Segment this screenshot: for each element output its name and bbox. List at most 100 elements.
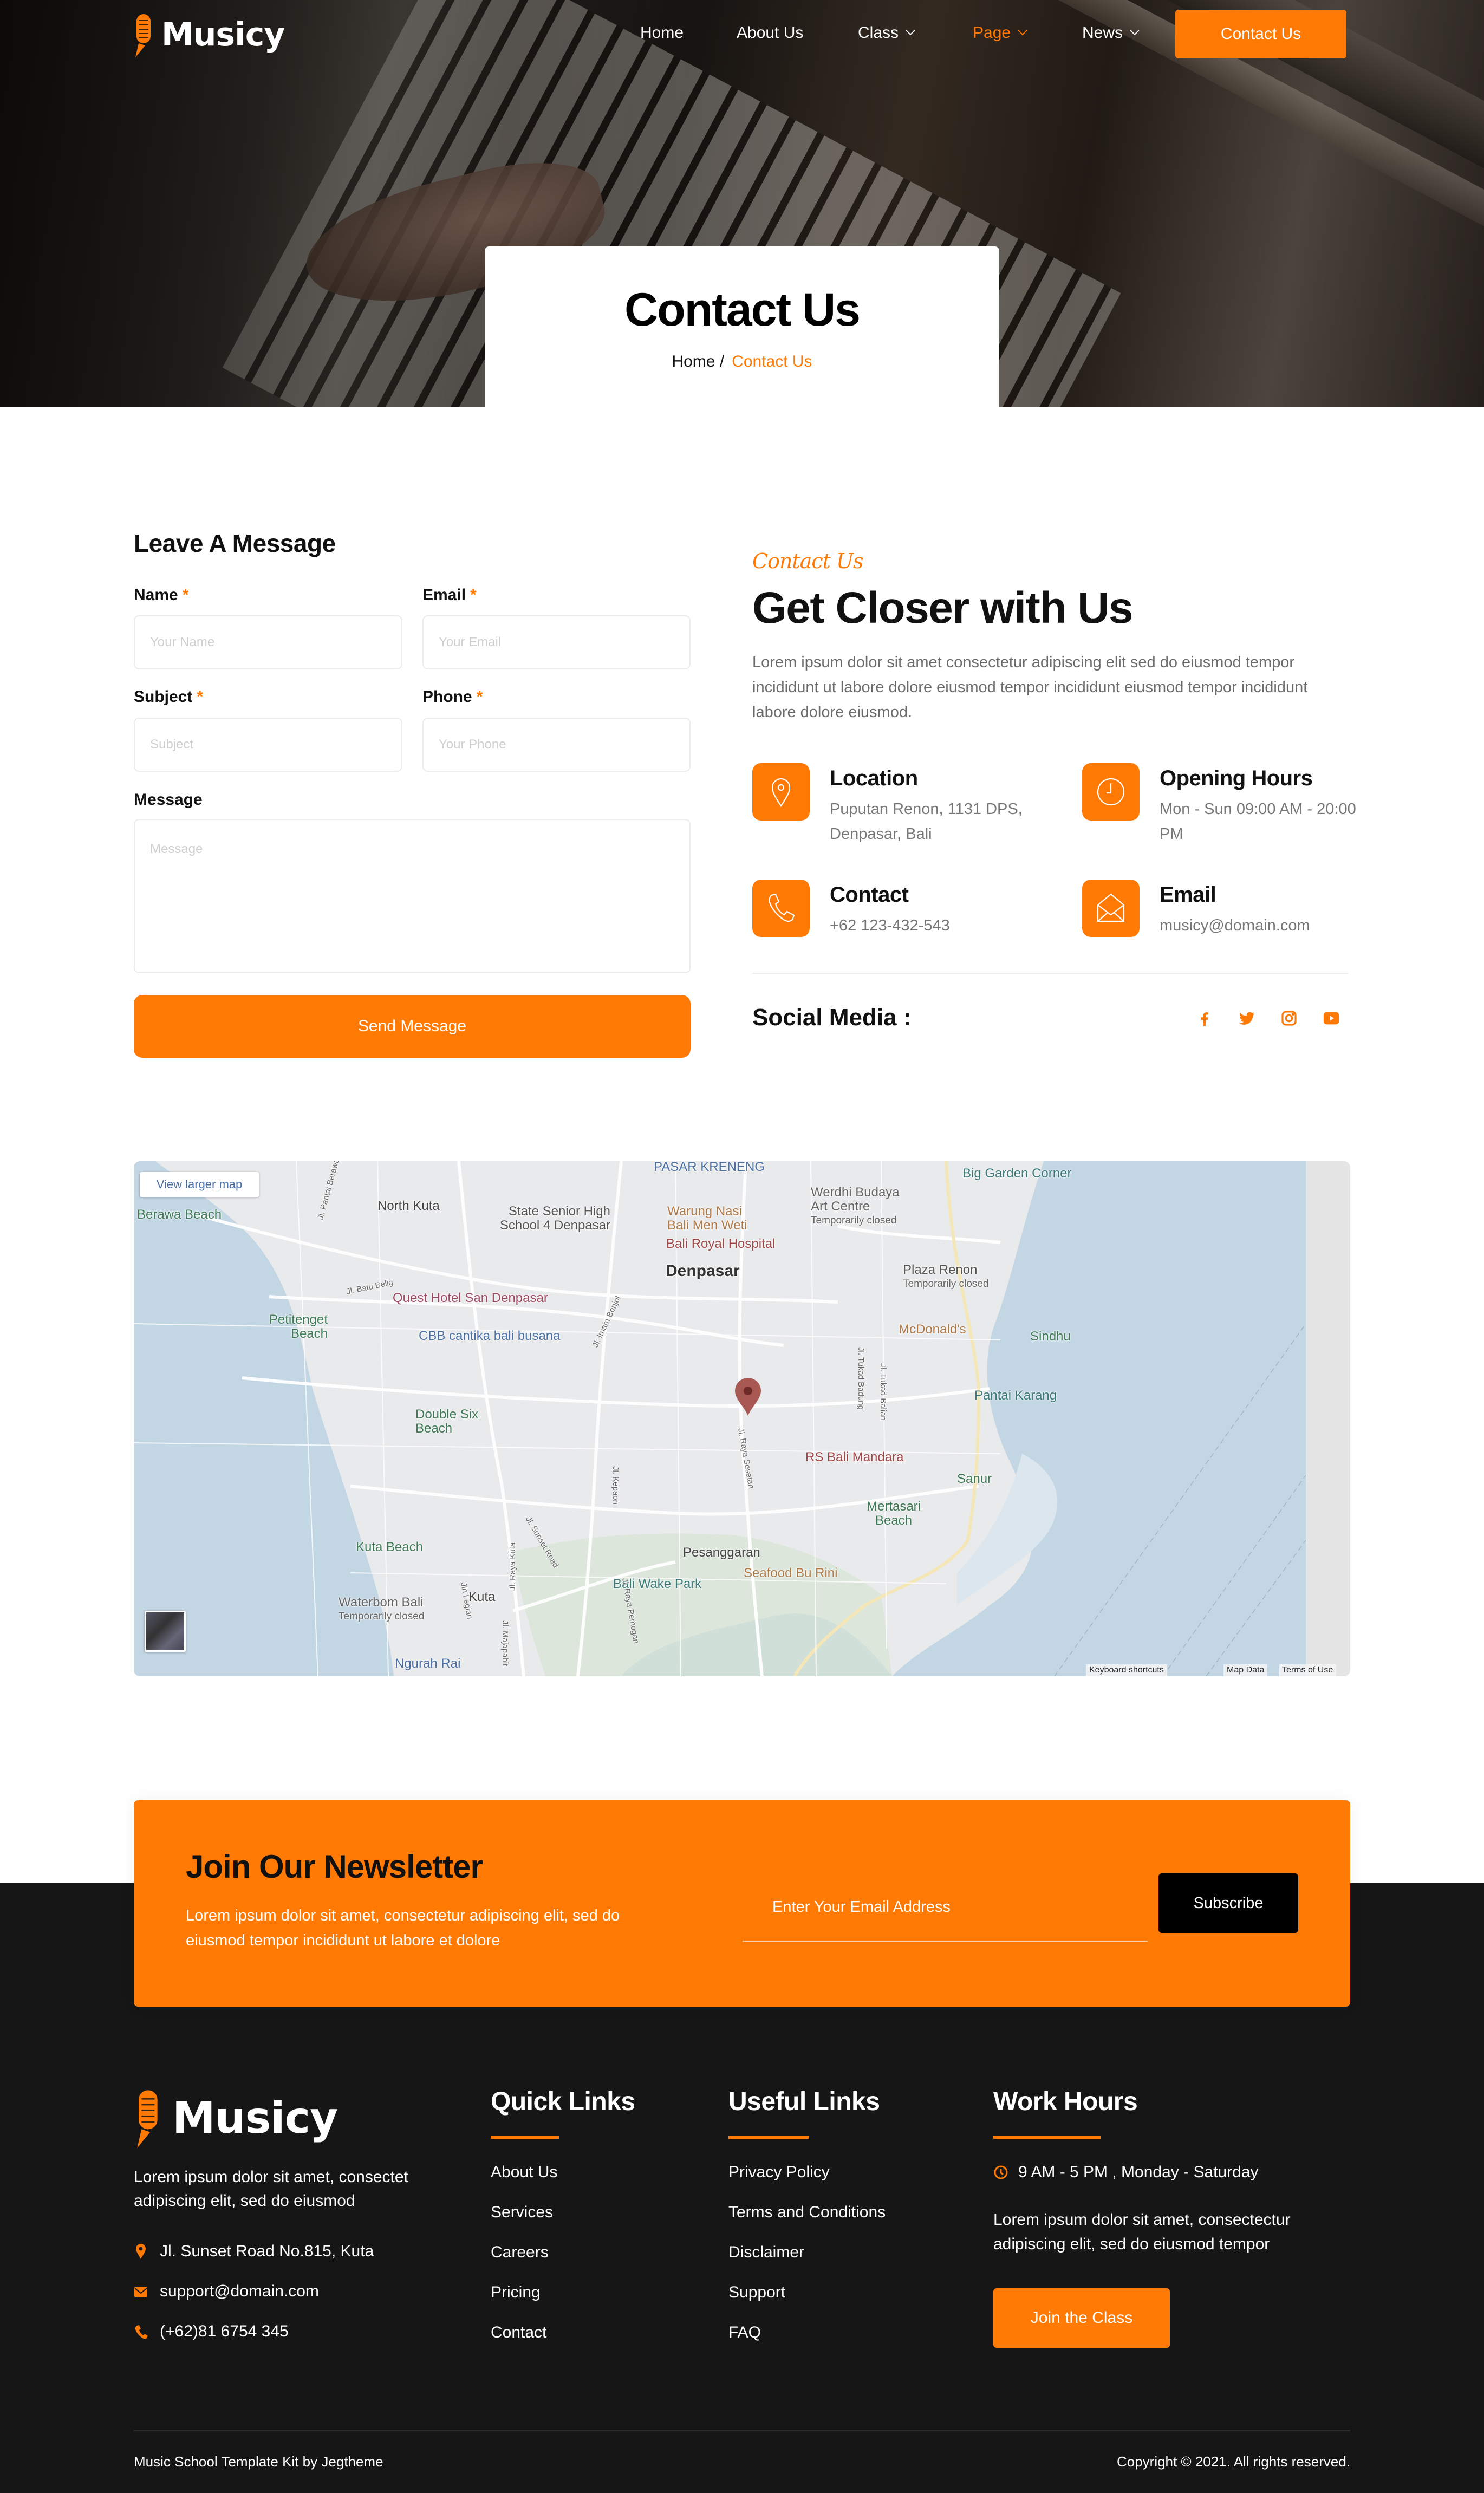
footer-link-terms[interactable]: Terms and Conditions bbox=[728, 2203, 886, 2222]
info-title: Get Closer with Us bbox=[752, 583, 1134, 633]
label-text: Werdhi Budaya Art Centre bbox=[811, 1185, 900, 1214]
map-label-sanur: Sanur bbox=[957, 1472, 992, 1486]
label-status: Temporarily closed bbox=[903, 1278, 989, 1290]
footer-about-text: Lorem ipsum dolor sit amet, consectet ad… bbox=[134, 2168, 408, 2210]
divider bbox=[752, 973, 1348, 974]
subject-label: Subject * bbox=[134, 688, 203, 706]
message-textarea[interactable] bbox=[134, 819, 691, 973]
twitter-link[interactable] bbox=[1237, 1008, 1257, 1028]
footer-link-faq[interactable]: FAQ bbox=[728, 2323, 761, 2342]
map-label-waterbom: Waterbom Bali Temporarily closed bbox=[339, 1596, 424, 1624]
required-mark: * bbox=[197, 688, 204, 706]
footer-address: Jl. Sunset Road No.815, Kuta bbox=[134, 2242, 374, 2261]
map-pin-icon bbox=[136, 2244, 146, 2259]
info-value: Puputan Renon, 1131 DPS, Denpasar, Bali bbox=[830, 800, 1023, 843]
footer-divider bbox=[134, 2430, 1350, 2431]
newsletter-email-input[interactable] bbox=[743, 1873, 1148, 1942]
info-email: Email musicy@domain.com bbox=[1082, 880, 1364, 988]
info-heading: Email bbox=[1160, 883, 1216, 907]
instagram-link[interactable] bbox=[1279, 1008, 1299, 1028]
nav-label: News bbox=[1082, 24, 1123, 42]
footer-phone-text: (+62)81 6754 345 bbox=[160, 2322, 289, 2340]
map-street-majapahit: Jl. Majapahit bbox=[500, 1620, 510, 1667]
email-label: Email * bbox=[422, 586, 477, 604]
map-label-north-kuta: North Kuta bbox=[377, 1199, 440, 1213]
label-text: Subject bbox=[134, 688, 193, 706]
info-heading: Opening Hours bbox=[1160, 766, 1313, 790]
youtube-link[interactable] bbox=[1322, 1008, 1341, 1028]
join-class-button[interactable]: Join the Class bbox=[993, 2288, 1170, 2348]
map-main-pin-icon[interactable] bbox=[734, 1378, 762, 1417]
map-street-tukad-balian: Jl. Tukad Balian bbox=[878, 1363, 888, 1421]
footer-link-support[interactable]: Support bbox=[728, 2283, 785, 2302]
map-data-link[interactable]: Map Data bbox=[1223, 1664, 1268, 1676]
nav-contact-button[interactable]: Contact Us bbox=[1175, 10, 1346, 58]
label-text: Waterbom Bali bbox=[339, 1595, 424, 1610]
footer-email[interactable]: support@domain.com bbox=[134, 2282, 319, 2301]
terms-of-use-link[interactable]: Terms of Use bbox=[1279, 1664, 1337, 1676]
email-field[interactable] bbox=[422, 615, 691, 669]
phone-icon-box bbox=[752, 880, 810, 937]
footer-link-contact[interactable]: Contact bbox=[491, 2323, 546, 2342]
keyboard-shortcuts-link[interactable]: Keyboard shortcuts bbox=[1086, 1664, 1167, 1676]
nav-item-page[interactable]: Page bbox=[973, 24, 1027, 42]
footer-copyright: Copyright © 2021. All rights reserved. bbox=[1116, 2453, 1350, 2470]
work-hours-heading: Work Hours bbox=[993, 2087, 1138, 2116]
page-title: Contact Us bbox=[624, 284, 861, 336]
site-logo[interactable]: Musicy bbox=[133, 12, 285, 57]
nav-item-home[interactable]: Home bbox=[640, 24, 684, 42]
logo-wordmark: Musicy bbox=[172, 2092, 338, 2143]
send-message-button[interactable]: Send Message bbox=[134, 995, 691, 1058]
footer-link-services[interactable]: Services bbox=[491, 2203, 553, 2222]
envelope-icon-box bbox=[1082, 880, 1140, 937]
footer-logo[interactable]: Musicy bbox=[133, 2087, 338, 2148]
label-status: Temporarily closed bbox=[811, 1215, 897, 1226]
map-label-pasar-kreneng: PASAR KRENENG bbox=[654, 1161, 765, 1174]
footer-link-disclaimer[interactable]: Disclaimer bbox=[728, 2243, 804, 2262]
breadcrumb: Home / Contact Us bbox=[485, 353, 999, 371]
footer-phone[interactable]: (+62)81 6754 345 bbox=[134, 2322, 289, 2341]
footer-link-privacy[interactable]: Privacy Policy bbox=[728, 2163, 830, 2182]
map-label-big-garden: Big Garden Corner bbox=[962, 1166, 1072, 1181]
heading-underline bbox=[993, 2136, 1101, 2139]
work-hours-text: Lorem ipsum dolor sit amet, consectectur… bbox=[993, 2211, 1291, 2253]
subscribe-button[interactable]: Subscribe bbox=[1158, 1873, 1298, 1933]
logo-wordmark: Musicy bbox=[161, 16, 285, 54]
name-field[interactable] bbox=[134, 615, 402, 669]
footer-link-pricing[interactable]: Pricing bbox=[491, 2283, 541, 2302]
phone-icon bbox=[769, 893, 795, 922]
nav-item-about[interactable]: About Us bbox=[737, 24, 803, 42]
map-label-plaza-renon: Plaza Renon Temporarily closed bbox=[903, 1263, 988, 1291]
microphone-logo-icon bbox=[135, 14, 151, 57]
satellite-toggle[interactable] bbox=[145, 1611, 186, 1652]
subject-field[interactable] bbox=[134, 718, 402, 772]
work-hours-time-text: 9 AM - 5 PM , Monday - Saturday bbox=[1018, 2163, 1259, 2181]
map-label-mertasari: Mertasari Beach bbox=[866, 1499, 921, 1528]
phone-field[interactable] bbox=[422, 718, 691, 772]
footer-link-about[interactable]: About Us bbox=[491, 2163, 557, 2182]
map-label-denpasar: Denpasar bbox=[666, 1262, 740, 1280]
map-label-pantai-karang: Pantai Karang bbox=[974, 1388, 1057, 1403]
facebook-link[interactable] bbox=[1195, 1008, 1214, 1028]
message-label: Message bbox=[134, 791, 203, 809]
info-value: +62 123-432-543 bbox=[830, 917, 950, 934]
location-icon-box bbox=[752, 763, 810, 821]
map-label-berawa: Berawa Beach bbox=[137, 1207, 222, 1222]
map-label-seafood: Seafood Bu Rini bbox=[744, 1566, 838, 1580]
view-larger-map-link[interactable]: View larger map bbox=[140, 1172, 259, 1197]
google-map[interactable]: View larger map PASAR KRENENG Big Garden… bbox=[134, 1161, 1350, 1676]
label-text: Plaza Renon bbox=[903, 1262, 978, 1277]
nav-item-news[interactable]: News bbox=[1082, 24, 1140, 42]
form-title: Leave A Message bbox=[134, 529, 336, 557]
footer-email-text: support@domain.com bbox=[160, 2282, 319, 2300]
phone-label: Phone * bbox=[422, 688, 483, 706]
footer-link-careers[interactable]: Careers bbox=[491, 2243, 549, 2262]
breadcrumb-home[interactable]: Home / bbox=[672, 353, 724, 370]
name-label: Name * bbox=[134, 586, 188, 604]
newsletter-card: Join Our Newsletter Lorem ipsum dolor si… bbox=[134, 1800, 1350, 2007]
instagram-icon bbox=[1281, 1011, 1297, 1026]
nav-item-class[interactable]: Class bbox=[858, 24, 915, 42]
twitter-icon bbox=[1239, 1012, 1255, 1025]
map-label-state-school: State Senior High School 4 Denpasar bbox=[499, 1204, 610, 1233]
breadcrumb-current: Contact Us bbox=[732, 353, 812, 370]
